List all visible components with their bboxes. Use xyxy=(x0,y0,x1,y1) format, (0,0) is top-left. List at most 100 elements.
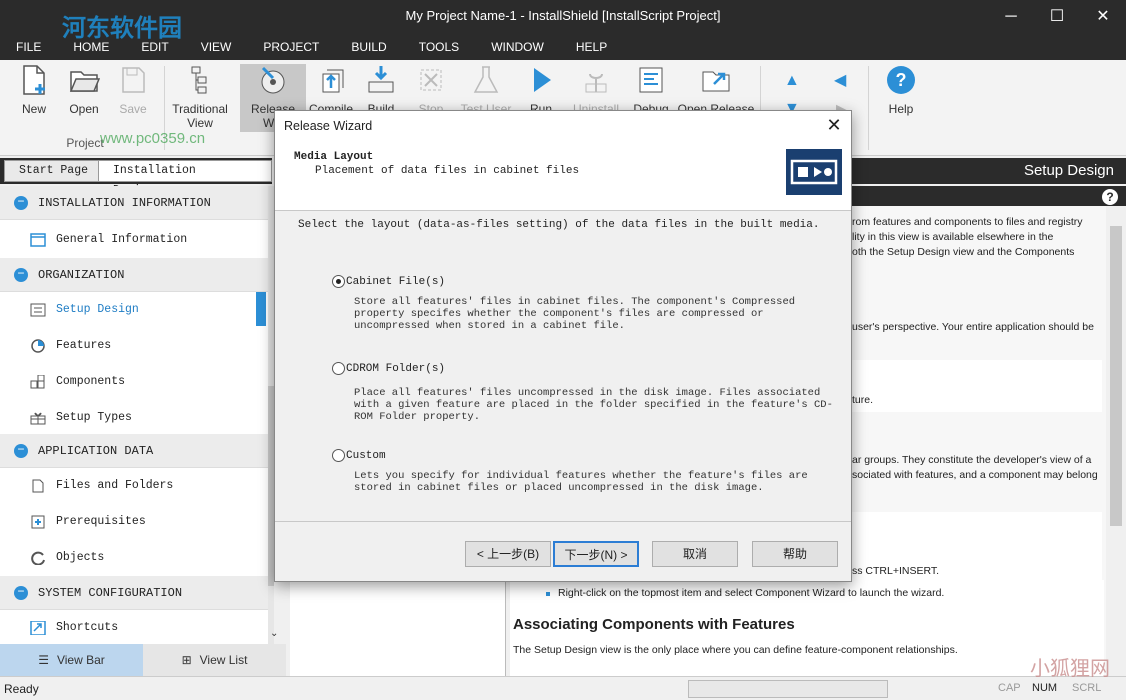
help-text-line: ss CTRL+INSERT. xyxy=(852,565,940,577)
nav-item-label: Files and Folders xyxy=(56,479,174,492)
gift-icon xyxy=(30,412,46,425)
view-list: − INSTALLATION INFORMATION General Inform… xyxy=(0,186,268,644)
menu-tools[interactable]: TOOLS xyxy=(403,36,475,58)
move-up-icon[interactable]: ▲ xyxy=(784,72,800,90)
close-window-button[interactable]: ✕ xyxy=(1080,4,1126,30)
setup-design-icon xyxy=(30,303,46,317)
collapse-icon[interactable]: − xyxy=(14,196,28,210)
menu-project[interactable]: PROJECT xyxy=(247,36,335,58)
open-release-button[interactable]: Open Release xyxy=(676,64,756,116)
maximize-button[interactable]: ☐ xyxy=(1034,4,1080,30)
option-label[interactable]: CDROM Folder(s) xyxy=(346,363,445,375)
objects-icon xyxy=(31,551,45,565)
nav-item-components[interactable]: Components xyxy=(0,364,268,400)
section-installation-information[interactable]: − INSTALLATION INFORMATION xyxy=(0,186,268,220)
menu-view[interactable]: VIEW xyxy=(185,36,248,58)
save-label: Save xyxy=(119,102,147,116)
tab-installation-designer[interactable]: Installation Designer xyxy=(98,160,272,197)
play-icon xyxy=(534,68,551,92)
move-left-icon[interactable]: ◀ xyxy=(834,70,846,90)
selected-indicator xyxy=(256,292,266,326)
menu-help[interactable]: HELP xyxy=(560,36,623,58)
view-bar-label: View Bar xyxy=(56,653,105,667)
nav-item-shortcuts[interactable]: Shortcuts xyxy=(0,610,268,646)
tab-start-page[interactable]: Start Page xyxy=(4,160,104,182)
help-button[interactable]: 帮助 xyxy=(752,541,838,567)
radio-cabinet-files[interactable] xyxy=(332,275,345,288)
design-tree-pane[interactable] xyxy=(290,580,506,676)
new-button[interactable]: New xyxy=(9,64,59,116)
collapse-icon[interactable]: − xyxy=(14,268,28,282)
view-bar-button[interactable]: ☰ View Bar xyxy=(0,644,143,676)
menu-build[interactable]: BUILD xyxy=(335,36,402,58)
nav-item-prerequisites[interactable]: Prerequisites xyxy=(0,504,268,540)
debug-button[interactable]: Debug xyxy=(626,64,676,116)
section-organization[interactable]: − ORGANIZATION xyxy=(0,258,268,292)
status-text: Ready xyxy=(4,682,39,696)
view-switcher: ☰ View Bar ⊞ View List xyxy=(0,644,286,676)
components-icon xyxy=(30,375,45,389)
collapse-icon[interactable]: − xyxy=(14,586,28,600)
uninstall-button[interactable]: Uninstall xyxy=(568,64,624,116)
build-button[interactable]: Build xyxy=(356,64,406,116)
nav-item-setup-design[interactable]: Setup Design xyxy=(0,292,268,328)
radio-cdrom-folders[interactable] xyxy=(332,362,345,375)
section-label: SYSTEM CONFIGURATION xyxy=(38,586,183,600)
shortcut-icon xyxy=(30,621,46,635)
nav-item-files-and-folders[interactable]: Files and Folders xyxy=(0,468,268,504)
nav-item-objects[interactable]: Objects xyxy=(0,540,268,576)
save-button[interactable]: Save xyxy=(108,64,158,116)
view-list-label: View List xyxy=(199,653,248,667)
view-list-button[interactable]: ⊞ View List xyxy=(143,644,286,676)
close-icon[interactable]: ✕ xyxy=(823,115,845,137)
compile-button[interactable]: Compile xyxy=(304,64,358,116)
help-icon[interactable]: ? xyxy=(1102,189,1118,205)
radio-custom[interactable] xyxy=(332,449,345,462)
help-text-line: user's perspective. Your entire applicat… xyxy=(852,321,1094,333)
chevron-down-icon[interactable]: ⌄ xyxy=(270,628,278,639)
help-button[interactable]: ? Help xyxy=(876,64,926,116)
help-content: Right-click on the topmost item and sele… xyxy=(510,580,1104,676)
traditional-view-button[interactable]: Traditional View xyxy=(168,64,232,130)
flask-icon xyxy=(473,66,499,93)
help-paragraph: The Setup Design view is the only place … xyxy=(513,644,958,656)
option-label[interactable]: Cabinet File(s) xyxy=(346,276,445,288)
save-icon xyxy=(122,67,145,93)
nav-item-label: Setup Design xyxy=(56,303,139,316)
nav-item-label: Setup Types xyxy=(56,411,132,424)
option-label[interactable]: Custom xyxy=(346,450,386,462)
nav-item-setup-types[interactable]: Setup Types xyxy=(0,400,268,436)
help-text-line: ar groups. They constitute the developer… xyxy=(852,454,1092,466)
nav-item-label: General Information xyxy=(56,233,188,246)
stop-button[interactable]: Stop xyxy=(406,64,456,116)
run-button[interactable]: Run xyxy=(516,64,566,116)
option-description: Lets you specify for individual features… xyxy=(354,470,808,494)
help-bar xyxy=(848,186,1126,206)
open-label: Open xyxy=(69,102,99,116)
menu-window[interactable]: WINDOW xyxy=(475,36,560,58)
minimize-button[interactable]: ─ xyxy=(988,4,1034,30)
test-user-button[interactable]: Test User xyxy=(456,64,516,116)
nav-item-label: Features xyxy=(56,339,112,352)
dialog-title: Release Wizard xyxy=(275,111,851,141)
layout-prompt: Select the layout (data-as-files setting… xyxy=(298,219,820,231)
back-button[interactable]: < 上一步(B) xyxy=(465,541,551,567)
nav-item-label: Prerequisites xyxy=(56,515,146,528)
next-button[interactable]: 下一步(N) > xyxy=(553,541,639,567)
section-system-configuration[interactable]: − SYSTEM CONFIGURATION xyxy=(0,576,268,610)
section-label: APPLICATION DATA xyxy=(38,444,154,458)
status-bar: Ready CAP NUM SCRL xyxy=(0,676,1126,700)
nav-item-general-information[interactable]: General Information xyxy=(0,222,268,258)
collapse-icon[interactable]: − xyxy=(14,444,28,458)
stop-icon xyxy=(420,69,442,91)
cancel-button[interactable]: 取消 xyxy=(652,541,738,567)
page-heading: Media Layout xyxy=(294,151,374,163)
menu-file[interactable]: FILE xyxy=(0,36,57,58)
nav-item-features[interactable]: Features xyxy=(0,328,268,364)
dialog-header: Media Layout Placement of data files in … xyxy=(275,141,851,211)
section-application-data[interactable]: − APPLICATION DATA xyxy=(0,434,268,468)
scroll-thumb[interactable] xyxy=(1110,226,1122,526)
folder-open-icon xyxy=(69,71,100,92)
open-button[interactable]: Open xyxy=(59,64,109,116)
bullet-icon xyxy=(546,592,550,596)
